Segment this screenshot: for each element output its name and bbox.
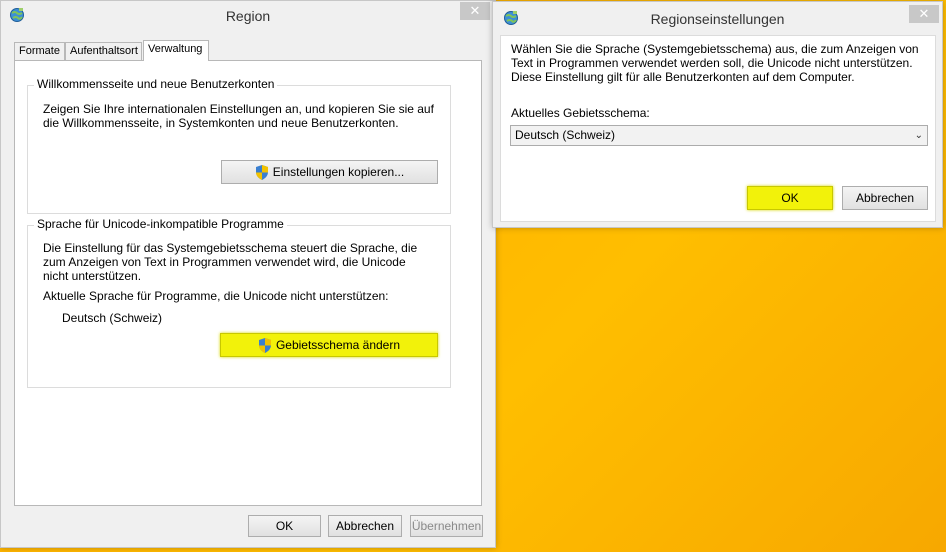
region-window: Region ✕ Formate Aufenthaltsort Verwaltu… bbox=[0, 0, 496, 548]
dialog-title: Regionseinstellungen bbox=[650, 11, 785, 27]
unicode-group: Sprache für Unicode-inkompatible Program… bbox=[27, 217, 451, 388]
change-locale-button[interactable]: Gebietsschema ändern bbox=[220, 333, 438, 357]
region-ok-button[interactable]: OK bbox=[248, 515, 321, 537]
locale-label: Aktuelles Gebietsschema: bbox=[511, 106, 650, 120]
close-icon: ✕ bbox=[918, 6, 930, 22]
close-icon: ✕ bbox=[469, 3, 481, 19]
region-cancel-button[interactable]: Abbrechen bbox=[328, 515, 402, 537]
dialog-ok-button[interactable]: OK bbox=[747, 186, 833, 210]
region-title: Region bbox=[225, 8, 271, 24]
regional-settings-dialog: Regionseinstellungen ✕ Wählen Sie die Sp… bbox=[492, 1, 943, 228]
chevron-down-icon: ⌄ bbox=[914, 130, 923, 141]
current-language-label: Aktuelle Sprache für Programme, die Unic… bbox=[43, 289, 389, 303]
unicode-group-title: Sprache für Unicode-inkompatible Program… bbox=[34, 217, 287, 231]
tab-verwaltung[interactable]: Verwaltung bbox=[143, 40, 209, 61]
copy-settings-button[interactable]: Einstellungen kopieren... bbox=[221, 160, 438, 184]
dialog-close-button[interactable]: ✕ bbox=[909, 5, 939, 23]
dialog-cancel-button[interactable]: Abbrechen bbox=[842, 186, 928, 210]
dialog-titlebar[interactable]: Regionseinstellungen ✕ bbox=[493, 2, 942, 32]
welcome-description: Zeigen Sie Ihre internationalen Einstell… bbox=[43, 102, 434, 130]
dialog-description: Wählen Sie die Sprache (Systemgebietssch… bbox=[511, 42, 919, 84]
unicode-description: Die Einstellung für das Systemgebietssch… bbox=[43, 241, 418, 283]
tab-aufenthaltsort[interactable]: Aufenthaltsort bbox=[65, 42, 142, 60]
tab-formate[interactable]: Formate bbox=[14, 42, 65, 60]
verwaltung-panel: Willkommensseite und neue Benutzerkonten… bbox=[14, 60, 482, 506]
uac-shield-icon bbox=[255, 164, 268, 180]
uac-shield-icon bbox=[258, 337, 271, 353]
region-close-button[interactable]: ✕ bbox=[460, 2, 490, 20]
welcome-group-title: Willkommensseite und neue Benutzerkonten bbox=[34, 77, 278, 91]
current-language-value: Deutsch (Schweiz) bbox=[62, 311, 163, 325]
dialog-body: Wählen Sie die Sprache (Systemgebietssch… bbox=[500, 35, 936, 222]
locale-select[interactable]: Deutsch (Schweiz) ⌄ bbox=[510, 125, 928, 146]
welcome-group: Willkommensseite und neue Benutzerkonten… bbox=[27, 77, 451, 214]
region-titlebar[interactable]: Region ✕ bbox=[1, 1, 495, 31]
region-apply-button: Übernehmen bbox=[410, 515, 483, 537]
